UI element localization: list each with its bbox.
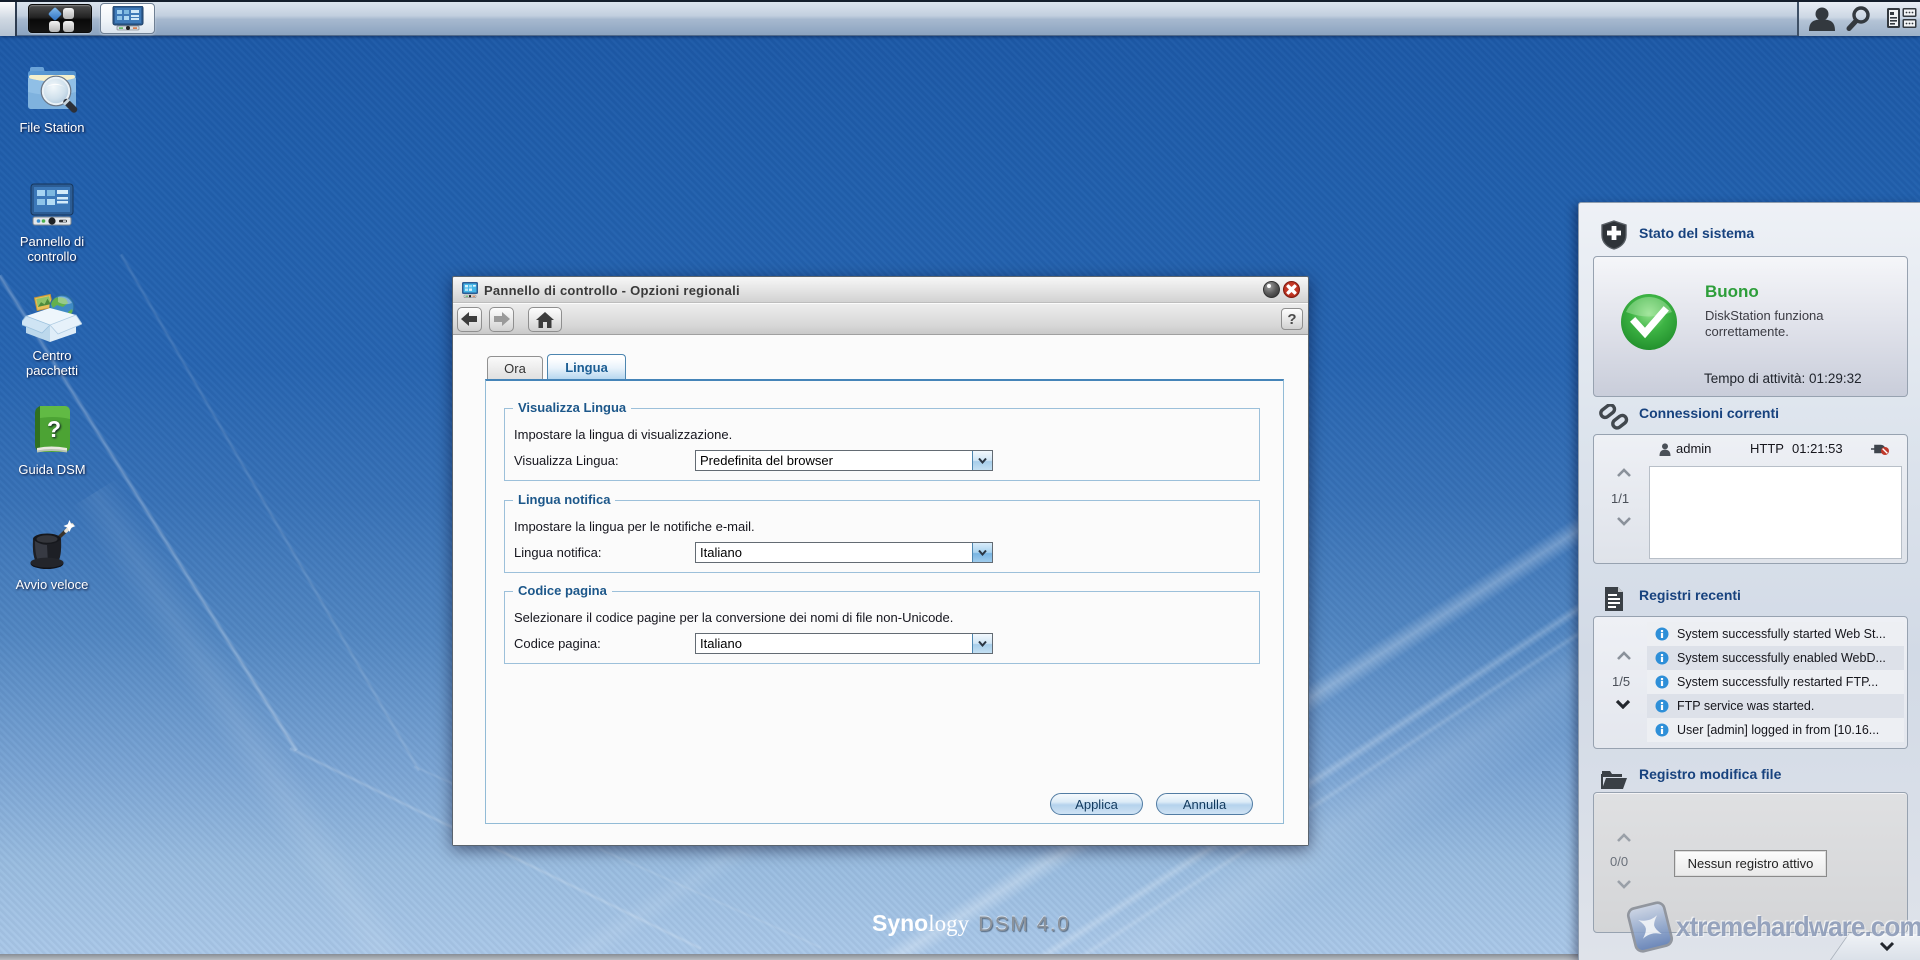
svg-text:?: ? bbox=[47, 416, 61, 442]
svg-text:?: ? bbox=[1287, 311, 1296, 328]
